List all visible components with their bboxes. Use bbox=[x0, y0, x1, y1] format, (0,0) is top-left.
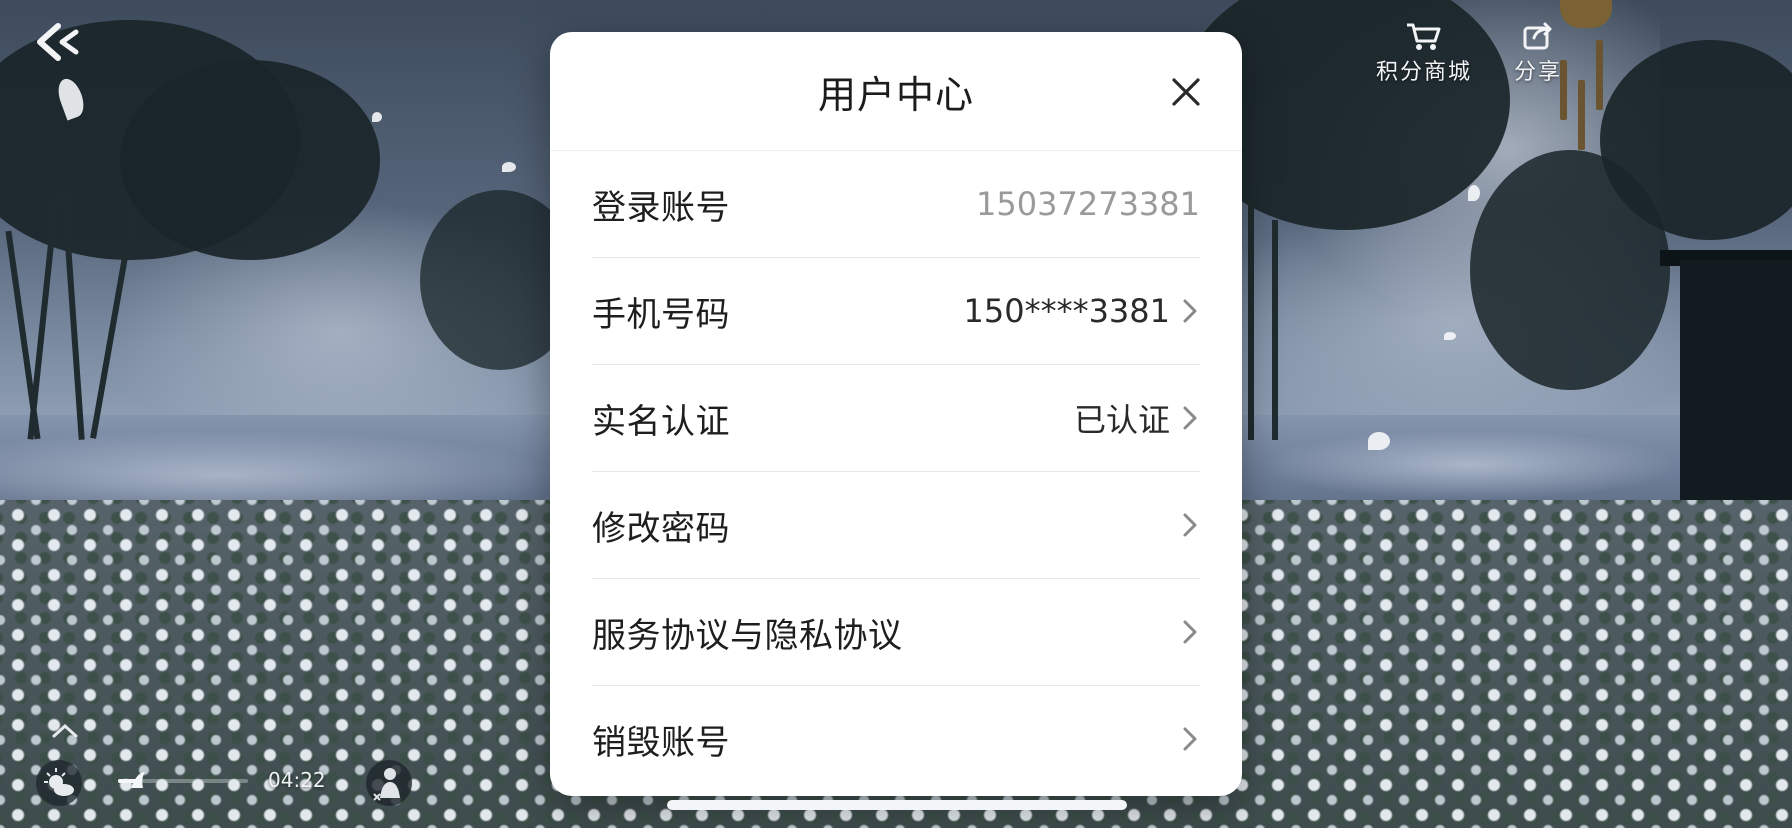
tree-trunk bbox=[1248, 200, 1254, 440]
share-icon bbox=[1523, 22, 1552, 50]
row-label: 销毁账号 bbox=[592, 722, 730, 763]
dialog-title: 用户中心 bbox=[817, 72, 974, 117]
cart-icon bbox=[1407, 23, 1441, 50]
settings-list: 登录账号 15037273381 手机号码 150****3381 实名认证 已… bbox=[550, 151, 1242, 792]
row-delete-account[interactable]: 销毁账号 bbox=[592, 686, 1200, 792]
crane-icon bbox=[130, 772, 145, 788]
lake-reflection-right bbox=[1260, 430, 1680, 500]
row-service-privacy-agreement[interactable]: 服务协议与隐私协议 bbox=[592, 579, 1200, 686]
row-label: 登录账号 bbox=[592, 187, 730, 228]
wind-chime bbox=[1578, 80, 1585, 150]
login-account-value: 15037273381 bbox=[976, 185, 1200, 223]
tree-canopy bbox=[120, 60, 380, 260]
back-button[interactable] bbox=[36, 22, 86, 62]
time-slider-handle[interactable] bbox=[127, 768, 149, 792]
wind-chime bbox=[1596, 40, 1603, 110]
chevron-right-icon bbox=[1183, 513, 1197, 537]
home-indicator[interactable] bbox=[667, 800, 1127, 810]
elapsed-time: 04:22 bbox=[268, 768, 326, 792]
falling-petal bbox=[1468, 185, 1480, 201]
points-mall-button[interactable]: 积分商城 bbox=[1376, 22, 1472, 86]
row-label: 实名认证 bbox=[592, 401, 730, 442]
person-icon bbox=[373, 768, 400, 801]
wind-chime-bell bbox=[1560, 0, 1612, 28]
share-label: 分享 bbox=[1514, 60, 1563, 85]
chevron-right-icon bbox=[1183, 620, 1197, 644]
falling-petal bbox=[1444, 332, 1456, 340]
tree-trunk bbox=[1272, 220, 1278, 440]
row-phone-number[interactable]: 手机号码 150****3381 bbox=[592, 258, 1200, 365]
dialog-header: 用户中心 bbox=[550, 32, 1242, 151]
phone-number-value: 150****3381 bbox=[963, 292, 1170, 330]
verification-status-value: 已认证 bbox=[1073, 401, 1170, 439]
share-button[interactable]: 分享 bbox=[1514, 22, 1562, 86]
weather-icon[interactable] bbox=[36, 760, 82, 806]
row-change-password[interactable]: 修改密码 bbox=[592, 472, 1200, 579]
chevron-right-icon bbox=[1183, 727, 1197, 751]
back-arrow-icon bbox=[37, 23, 79, 61]
character-avatar[interactable] bbox=[366, 760, 412, 806]
row-real-name-verification[interactable]: 实名认证 已认证 bbox=[592, 365, 1200, 472]
pavilion bbox=[1680, 260, 1792, 520]
points-mall-label: 积分商城 bbox=[1376, 60, 1473, 85]
chevron-up-icon[interactable] bbox=[50, 720, 80, 740]
falling-petal bbox=[502, 162, 516, 172]
falling-petal bbox=[1368, 432, 1390, 450]
playback-controls: 04:22 bbox=[36, 720, 416, 810]
row-label: 手机号码 bbox=[592, 294, 730, 335]
chevron-right-icon bbox=[1183, 299, 1197, 323]
close-icon[interactable] bbox=[1170, 76, 1202, 108]
falling-petal bbox=[372, 112, 382, 122]
user-center-dialog: 用户中心 登录账号 15037273381 手机号码 150****3381 实… bbox=[550, 32, 1242, 796]
row-label: 服务协议与隐私协议 bbox=[592, 615, 903, 656]
row-login-account: 登录账号 15037273381 bbox=[592, 151, 1200, 258]
row-label: 修改密码 bbox=[592, 508, 730, 549]
chevron-right-icon bbox=[1183, 406, 1197, 430]
